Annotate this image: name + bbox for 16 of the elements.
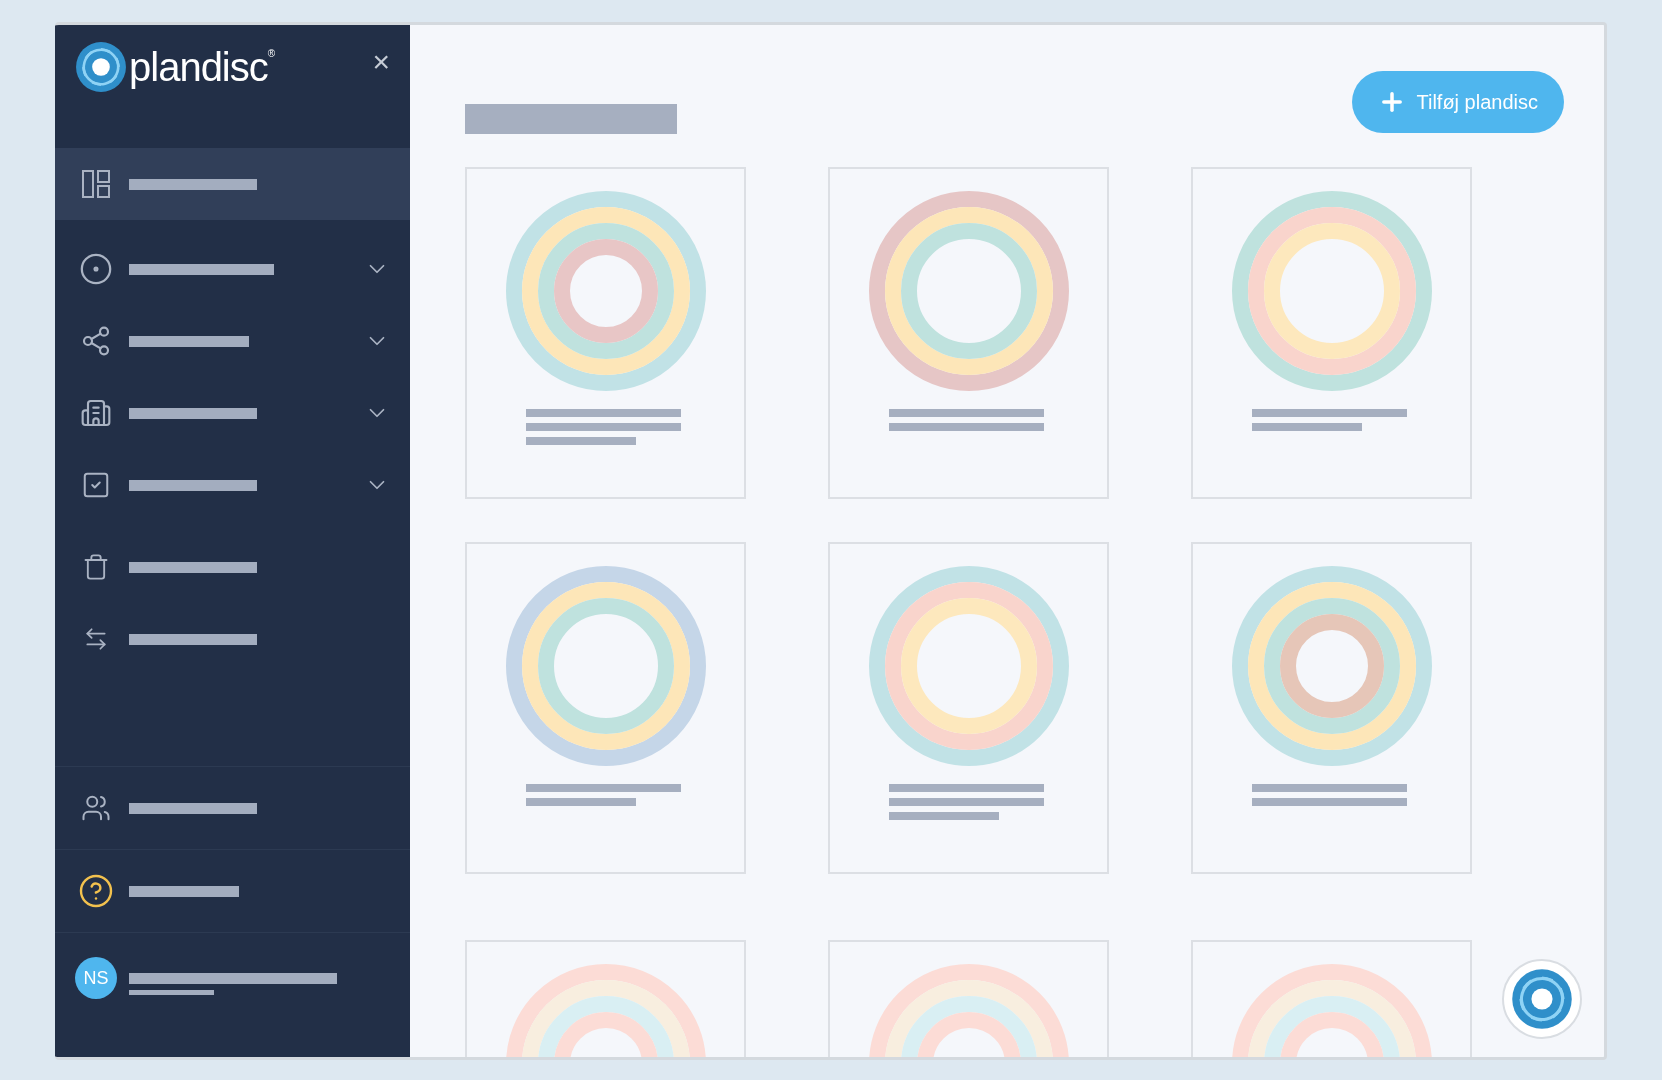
dashboard-icon — [81, 169, 111, 199]
help-icon — [78, 873, 114, 909]
transfer-icon — [83, 626, 109, 652]
close-button[interactable]: × — [372, 47, 390, 77]
bin-icon — [82, 553, 110, 581]
checkbox-icon — [81, 470, 111, 500]
building-icon — [80, 397, 112, 429]
registered-mark: ® — [267, 49, 276, 59]
team-icon — [81, 793, 111, 823]
logo-text: plandisc — [129, 44, 268, 91]
add-plandisc-button[interactable]: Tilføj plandisc — [1352, 71, 1564, 133]
sidebar-item[interactable] — [55, 148, 410, 220]
share-icon — [80, 325, 112, 357]
target-icon — [79, 252, 113, 286]
user-avatar[interactable]: NS — [75, 957, 117, 999]
logo-icon — [75, 41, 127, 93]
